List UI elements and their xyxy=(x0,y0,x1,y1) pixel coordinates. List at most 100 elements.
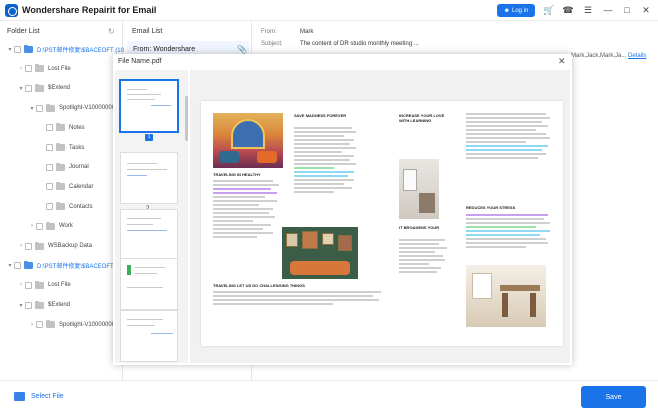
room-image xyxy=(213,113,283,168)
page-thumbnail[interactable] xyxy=(120,209,178,261)
folder-tree-item[interactable]: ▾ D:\PST邮件修复\$BACEOFT (10) xyxy=(6,259,126,273)
folder-tree-item[interactable]: › WSBackup Data xyxy=(17,239,92,253)
folder-icon xyxy=(46,320,55,329)
folder-checkbox[interactable] xyxy=(36,104,43,112)
maximize-icon[interactable]: □ xyxy=(620,3,634,17)
page-thumbnail[interactable] xyxy=(120,80,178,132)
folder-checkbox[interactable] xyxy=(25,281,32,289)
folder-label: Lost File xyxy=(48,282,71,289)
folder-label: WSBackup Data xyxy=(48,243,93,249)
refresh-icon[interactable]: ↻ xyxy=(108,27,115,36)
chevron-down-icon[interactable]: ▾ xyxy=(6,262,14,269)
folder-checkbox[interactable] xyxy=(25,65,32,73)
pdf-preview-dialog: File Name.pdf ✕ 1 2 3 4 xyxy=(113,54,572,365)
doc-heading: IT BROADENS YOUR xyxy=(399,225,440,230)
folder-tree-item[interactable]: › Work xyxy=(28,219,73,233)
folder-icon xyxy=(56,162,65,171)
chevron-right-icon[interactable]: › xyxy=(28,223,36,229)
folder-checkbox[interactable] xyxy=(46,163,53,171)
chevron-down-icon[interactable]: ▾ xyxy=(6,46,14,53)
folder-label: Tasks xyxy=(69,144,85,151)
folder-icon xyxy=(35,241,44,250)
folder-label: Contacts xyxy=(69,203,93,210)
folder-checkbox[interactable] xyxy=(46,183,53,191)
page-number: 1 xyxy=(145,134,153,141)
page-thumbnail[interactable] xyxy=(120,258,178,310)
thumbnail-scrollbar[interactable] xyxy=(185,96,188,141)
folder-label: Calendar xyxy=(69,183,94,190)
folder-tree-item[interactable]: ▾ $Extend xyxy=(17,81,70,95)
folder-sidebar: Folder List ↻ ▾ D:\PST邮件修复\$BACEOFT (10) ›… xyxy=(0,21,126,380)
folder-checkbox[interactable] xyxy=(36,321,43,329)
doc-text-block xyxy=(466,214,552,250)
folder-tree-item[interactable]: ▾ $Extend xyxy=(17,298,70,312)
folder-label: $Extend xyxy=(48,302,71,309)
save-button[interactable]: Save xyxy=(581,386,646,408)
folder-label: Notes xyxy=(69,124,85,131)
email-list-title: Email List xyxy=(132,28,163,35)
chevron-right-icon[interactable]: › xyxy=(17,66,25,72)
chevron-down-icon[interactable]: ▾ xyxy=(28,105,36,112)
folder-tree-item[interactable]: ▾ Spotlight-V100000000... xyxy=(28,101,123,115)
folder-icon xyxy=(46,221,55,230)
folder-tree-item[interactable]: Contacts xyxy=(38,200,93,214)
chevron-right-icon[interactable]: › xyxy=(28,322,36,328)
chevron-right-icon[interactable]: › xyxy=(17,282,25,288)
folder-tree-item[interactable]: Journal xyxy=(38,160,89,174)
folder-icon xyxy=(14,392,25,401)
cart-icon[interactable]: 🛒 xyxy=(542,3,556,17)
folder-checkbox[interactable] xyxy=(14,45,21,53)
select-file-button[interactable]: Select File xyxy=(14,392,64,401)
title-bar: Wondershare Repairit for Email ☻ Log in … xyxy=(0,0,658,21)
headset-icon[interactable]: ☎ xyxy=(561,3,575,17)
details-link[interactable]: Details xyxy=(628,53,646,59)
folder-label: D:\PST邮件修复\$BACEOFT (10) xyxy=(37,47,126,54)
folder-tree-item[interactable]: Tasks xyxy=(38,141,84,155)
app-logo-icon xyxy=(5,4,18,17)
to-value: Mark,Jack,Mark,Ja... xyxy=(571,53,627,59)
doc-heading: TRAVELING IN HEALTHY xyxy=(213,172,261,177)
folder-checkbox[interactable] xyxy=(46,203,53,211)
minimize-icon[interactable]: — xyxy=(601,3,615,17)
login-label: Log in xyxy=(511,7,529,14)
folder-checkbox[interactable] xyxy=(36,222,43,230)
folder-icon xyxy=(56,123,65,132)
select-file-label: Select File xyxy=(31,393,64,400)
interior-image xyxy=(399,159,439,219)
doc-heading: INCREASE YOUR LOVE WITH LEARNING xyxy=(399,113,445,123)
chevron-down-icon[interactable]: ▾ xyxy=(17,302,25,309)
page-thumbnails: 1 2 3 4 5 xyxy=(115,70,188,363)
folder-tree-item[interactable]: › Spotlight-V100000000... xyxy=(28,318,123,332)
from-value: Mark xyxy=(300,29,314,35)
folder-checkbox[interactable] xyxy=(25,84,32,92)
folder-label: $Extend xyxy=(48,85,71,92)
doc-text-block xyxy=(213,291,383,307)
page-thumbnail[interactable] xyxy=(120,152,178,204)
login-button[interactable]: ☻ Log in xyxy=(497,4,535,17)
folder-tree-item[interactable]: Notes xyxy=(38,121,85,135)
chevron-down-icon[interactable]: ▾ xyxy=(17,85,25,92)
app-title: Wondershare Repairit for Email xyxy=(22,5,157,15)
gallery-image xyxy=(282,227,358,279)
folder-icon xyxy=(56,182,65,191)
page-thumbnail[interactable] xyxy=(120,310,178,362)
close-dialog-icon[interactable]: ✕ xyxy=(558,56,566,67)
menu-icon[interactable]: ☰ xyxy=(581,3,595,17)
folder-checkbox[interactable] xyxy=(46,124,53,132)
close-icon[interactable]: ✕ xyxy=(639,3,653,17)
user-icon: ☻ xyxy=(503,7,510,14)
folder-checkbox[interactable] xyxy=(46,144,53,151)
folder-tree-item[interactable]: ▾ D:\PST邮件修复\$BACEOFT (10) xyxy=(6,42,126,56)
folder-checkbox[interactable] xyxy=(25,242,32,250)
folder-tree-item[interactable]: Calendar xyxy=(38,180,93,194)
folder-checkbox[interactable] xyxy=(14,262,21,270)
folder-checkbox[interactable] xyxy=(25,301,32,309)
chevron-right-icon[interactable]: › xyxy=(17,243,25,249)
folder-icon xyxy=(46,103,55,112)
doc-heading: SAVE MADNESS FOREVER xyxy=(294,113,347,118)
folder-icon xyxy=(24,44,33,53)
folder-tree-item[interactable]: › Lost File xyxy=(17,62,71,76)
folder-label: Work xyxy=(59,223,73,230)
kitchen-image xyxy=(466,265,546,327)
folder-tree-item[interactable]: › Lost File xyxy=(17,278,71,292)
